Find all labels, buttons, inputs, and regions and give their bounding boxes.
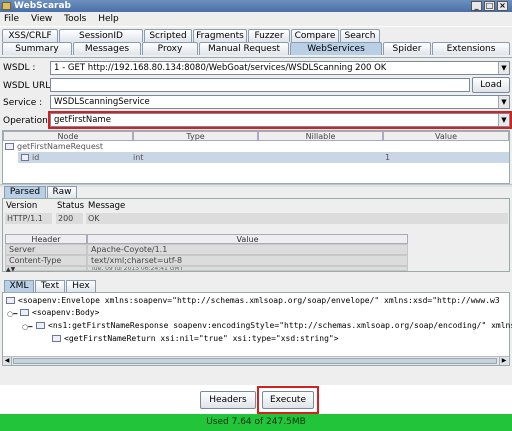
status-header: Status [57,201,85,211]
title-bar: WebScarab _ □ × [0,0,512,12]
tab-extensions[interactable]: Extensions [432,42,510,55]
service-value: WSDLScanningService [54,97,150,107]
node-icon [6,297,15,304]
tab-raw[interactable]: Raw [47,186,77,198]
column-node: Node [3,131,133,141]
xml-node-body[interactable]: <soapenv:Body> [20,308,99,317]
menu-bar: File View Tools Help [0,12,512,26]
tab-search[interactable]: Search [340,29,380,42]
header-name-cell[interactable] [5,266,87,271]
column-type: Type [133,131,258,141]
close-button[interactable]: × [497,1,508,11]
menu-file[interactable]: File [4,12,19,26]
tab-xml[interactable]: XML [4,280,34,292]
scroll-right-icon[interactable]: ▶ [499,357,508,365]
tree-root-node[interactable]: getFirstNameRequest [17,142,103,151]
scroll-left-icon[interactable]: ◀ [3,357,12,365]
chevron-down-icon[interactable]: ▼ [498,62,509,74]
tab-xss-crlf[interactable]: XSS/CRLF [2,29,58,42]
header-value-cell[interactable]: Apache-Coyote/1.1 [87,244,408,255]
message-header: Message [88,201,126,211]
wsdl-url-label: WSDL URL : [3,81,57,91]
tab-text[interactable]: Text [35,280,65,292]
webservices-panel: WSDL : 1 - GET http://192.168.80.134:808… [0,57,512,414]
expand-toggle-icon[interactable]: ○━ [22,323,32,331]
headers-button[interactable]: Headers [200,391,256,409]
minimize-button[interactable]: _ [471,1,482,11]
tab-strip: XSS/CRLF SessionID Analysis Scripted Fra… [0,27,512,57]
window-title: WebScarab [14,1,71,11]
tab-summary[interactable]: Summary [2,42,72,55]
tab-spider[interactable]: Spider [383,42,431,55]
tab-parsed[interactable]: Parsed [4,186,46,198]
xml-node-return[interactable]: <getFirstNameReturn xsi:nil="true" xsi:t… [52,334,339,343]
tab-compare[interactable]: Compare [291,29,339,42]
service-select[interactable]: WSDLScanningService ▼ [50,95,510,109]
table-row[interactable] [18,152,509,163]
status-field[interactable]: 200 [56,213,83,224]
expand-toggle-icon[interactable]: ○━ [7,310,17,318]
row-node: id [32,153,40,162]
app-icon [2,2,11,10]
xml-node-response[interactable]: <ns1:getFirstNameResponse soapenv:encodi… [36,321,512,330]
tab-manual-request[interactable]: Manual Request [199,42,289,55]
header-name-cell[interactable]: Content-Type [5,255,87,266]
header-name-cell[interactable]: Server [5,244,87,255]
tab-sessionid-analysis[interactable]: SessionID Analysis [59,29,143,53]
folder-icon [5,143,14,150]
load-button[interactable]: Load [472,77,510,93]
xml-node-envelope[interactable]: <soapenv:Envelope xmlns:soapenv="http://… [6,296,500,305]
node-icon [52,335,61,342]
wsdl-label: WSDL : [3,63,36,73]
column-header-value: Value [87,234,408,244]
column-nillable: Nillable [258,131,383,141]
menu-help[interactable]: Help [98,12,119,26]
wsdl-select[interactable]: 1 - GET http://192.168.80.134:8080/WebGo… [50,61,510,75]
menu-view[interactable]: View [31,12,52,26]
wsdl-url-input[interactable] [50,78,470,92]
tab-fragments[interactable]: Fragments [193,29,247,42]
tab-scripted[interactable]: Scripted [144,29,192,42]
maximize-button[interactable]: □ [484,1,495,11]
collapse-arrows-icon[interactable]: ▲▼ [6,266,15,273]
node-icon [36,322,45,329]
header-value-cell[interactable]: text/xml;charset=utf-8 [87,255,408,266]
leaf-icon [21,154,29,161]
column-value: Value [383,131,509,141]
operation-label: Operation : [3,116,54,126]
service-label: Service : [3,98,43,108]
version-header: Version [6,201,38,211]
tab-proxy[interactable]: Proxy [142,42,198,55]
version-field[interactable]: HTTP/1.1 [5,213,52,224]
menu-tools[interactable]: Tools [64,12,86,26]
tab-fuzzer[interactable]: Fuzzer [248,29,290,42]
tab-hex[interactable]: Hex [66,280,96,292]
message-field[interactable]: OK [86,213,508,224]
tab-webservices[interactable]: WebServices [290,42,382,55]
execute-highlight [257,386,319,414]
operation-highlight [48,111,512,129]
memory-status-bar: Used 7.64 of 247.5MB [0,414,512,431]
node-icon [20,309,29,316]
scrollbar-thumb[interactable] [13,358,497,364]
row-value[interactable]: 1 [385,153,390,162]
chevron-down-icon[interactable]: ▼ [498,96,509,108]
row-type: int [133,153,144,162]
tab-messages[interactable]: Messages [73,42,141,55]
header-value-cell[interactable]: Tue, 09 Jul 2013 06:24:41 GMT [87,266,408,271]
column-header: Header [5,234,87,244]
wsdl-value: 1 - GET http://192.168.80.134:8080/WebGo… [54,63,387,73]
horizontal-scrollbar[interactable]: ◀ ▶ [3,356,509,365]
